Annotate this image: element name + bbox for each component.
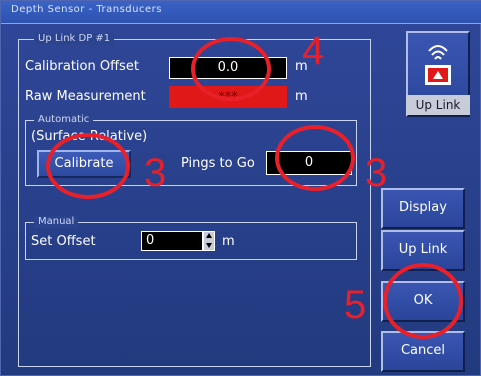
calibration-offset-unit: m bbox=[295, 59, 308, 74]
uplink-icon-button[interactable]: Up Link bbox=[406, 31, 470, 117]
manual-legend: Manual bbox=[34, 216, 79, 228]
uplink-dp-legend: Up Link DP #1 bbox=[34, 33, 115, 45]
spinner-up-icon[interactable] bbox=[206, 233, 212, 238]
calibrate-button[interactable]: Calibrate bbox=[37, 150, 131, 178]
set-offset-spinner[interactable] bbox=[203, 231, 215, 251]
depth-sensor-window: Depth Sensor - Transducers Up Link DP #1… bbox=[0, 0, 481, 376]
surface-relative-label: (Surface Relative) bbox=[31, 129, 148, 144]
raw-measurement-unit: m bbox=[295, 89, 308, 104]
set-offset-unit: m bbox=[222, 234, 235, 249]
raw-measurement-value: *** bbox=[169, 86, 287, 108]
raw-measurement-label: Raw Measurement bbox=[25, 89, 146, 104]
ok-button[interactable]: OK bbox=[381, 281, 465, 322]
pings-to-go-label: Pings to Go bbox=[181, 156, 255, 171]
uplink-button[interactable]: Up Link bbox=[381, 230, 465, 271]
window-title: Depth Sensor - Transducers bbox=[11, 4, 162, 15]
set-offset-label: Set Offset bbox=[31, 234, 96, 249]
spinner-down-icon[interactable] bbox=[206, 243, 212, 248]
automatic-legend: Automatic bbox=[34, 114, 94, 126]
calibration-offset-label: Calibration Offset bbox=[25, 59, 139, 74]
cancel-button[interactable]: Cancel bbox=[381, 331, 465, 372]
uplink-icon-label: Up Link bbox=[406, 95, 470, 115]
display-button[interactable]: Display bbox=[381, 188, 465, 229]
calibration-offset-value: 0.0 bbox=[169, 57, 287, 79]
title-bar: Depth Sensor - Transducers bbox=[1, 1, 481, 24]
uplink-transmitter-icon bbox=[425, 45, 451, 85]
pings-to-go-value: 0 bbox=[266, 151, 352, 175]
set-offset-input[interactable]: 0 bbox=[141, 231, 203, 251]
